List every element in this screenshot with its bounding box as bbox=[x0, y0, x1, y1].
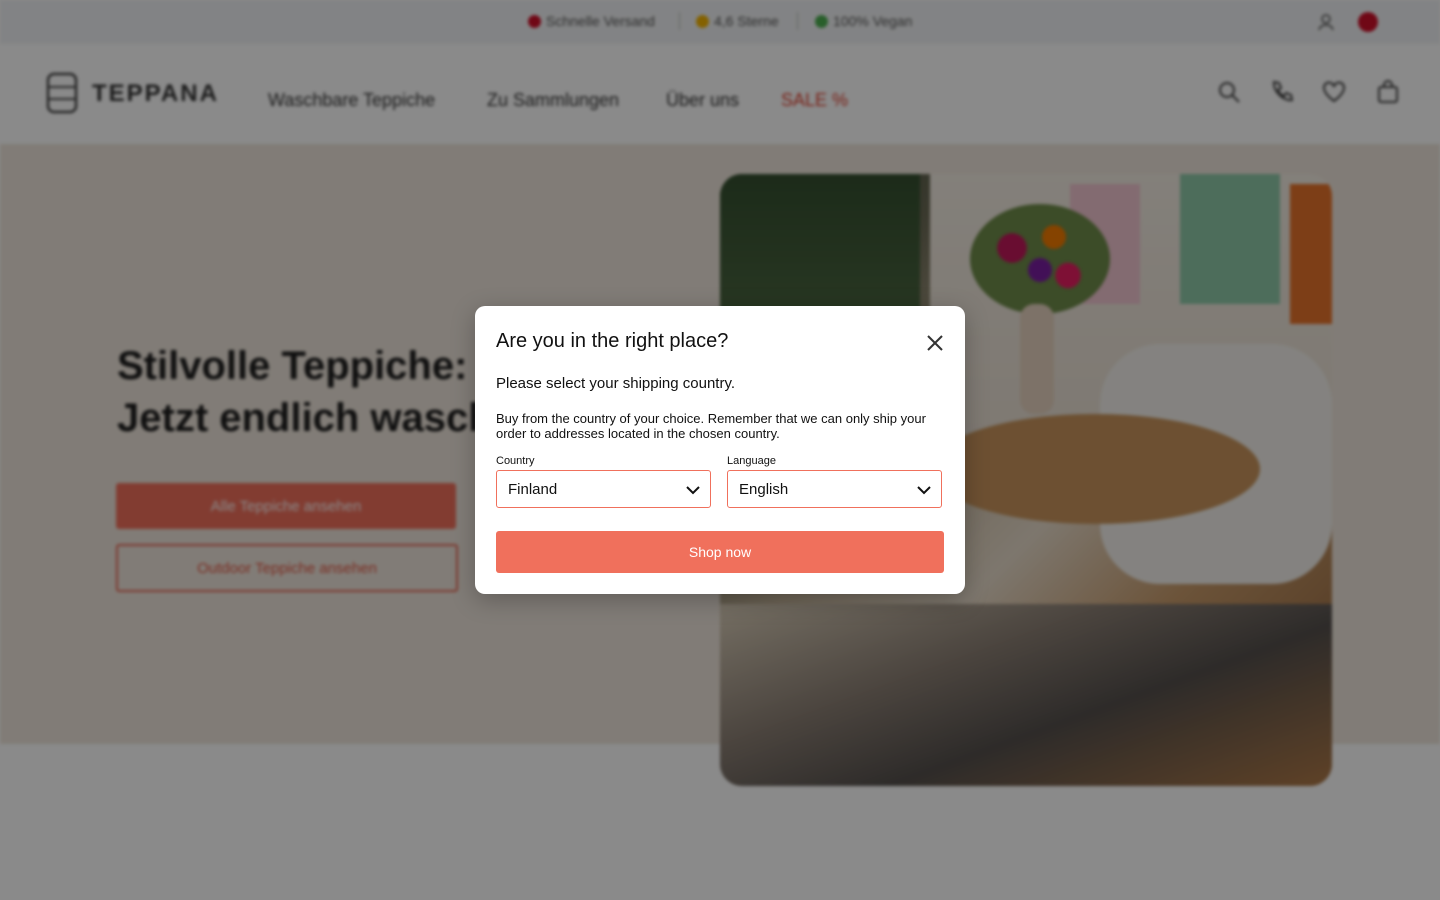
country-selector-modal: Are you in the right place? Please selec… bbox=[475, 306, 965, 594]
shop-now-button[interactable]: Shop now bbox=[496, 531, 944, 573]
language-label: Language bbox=[727, 455, 776, 467]
country-value: Finland bbox=[508, 480, 558, 498]
chevron-down-icon bbox=[917, 486, 931, 495]
language-value: English bbox=[739, 480, 789, 498]
close-icon[interactable] bbox=[924, 332, 946, 354]
modal-title: Are you in the right place? bbox=[496, 330, 729, 352]
modal-subtitle: Please select your shipping country. bbox=[496, 375, 736, 392]
country-select[interactable]: Finland bbox=[496, 470, 711, 508]
modal-info-text: Buy from the country of your choice. Rem… bbox=[496, 411, 926, 441]
language-select[interactable]: English bbox=[727, 470, 942, 508]
chevron-down-icon bbox=[686, 486, 700, 495]
country-label: Country bbox=[496, 455, 535, 467]
